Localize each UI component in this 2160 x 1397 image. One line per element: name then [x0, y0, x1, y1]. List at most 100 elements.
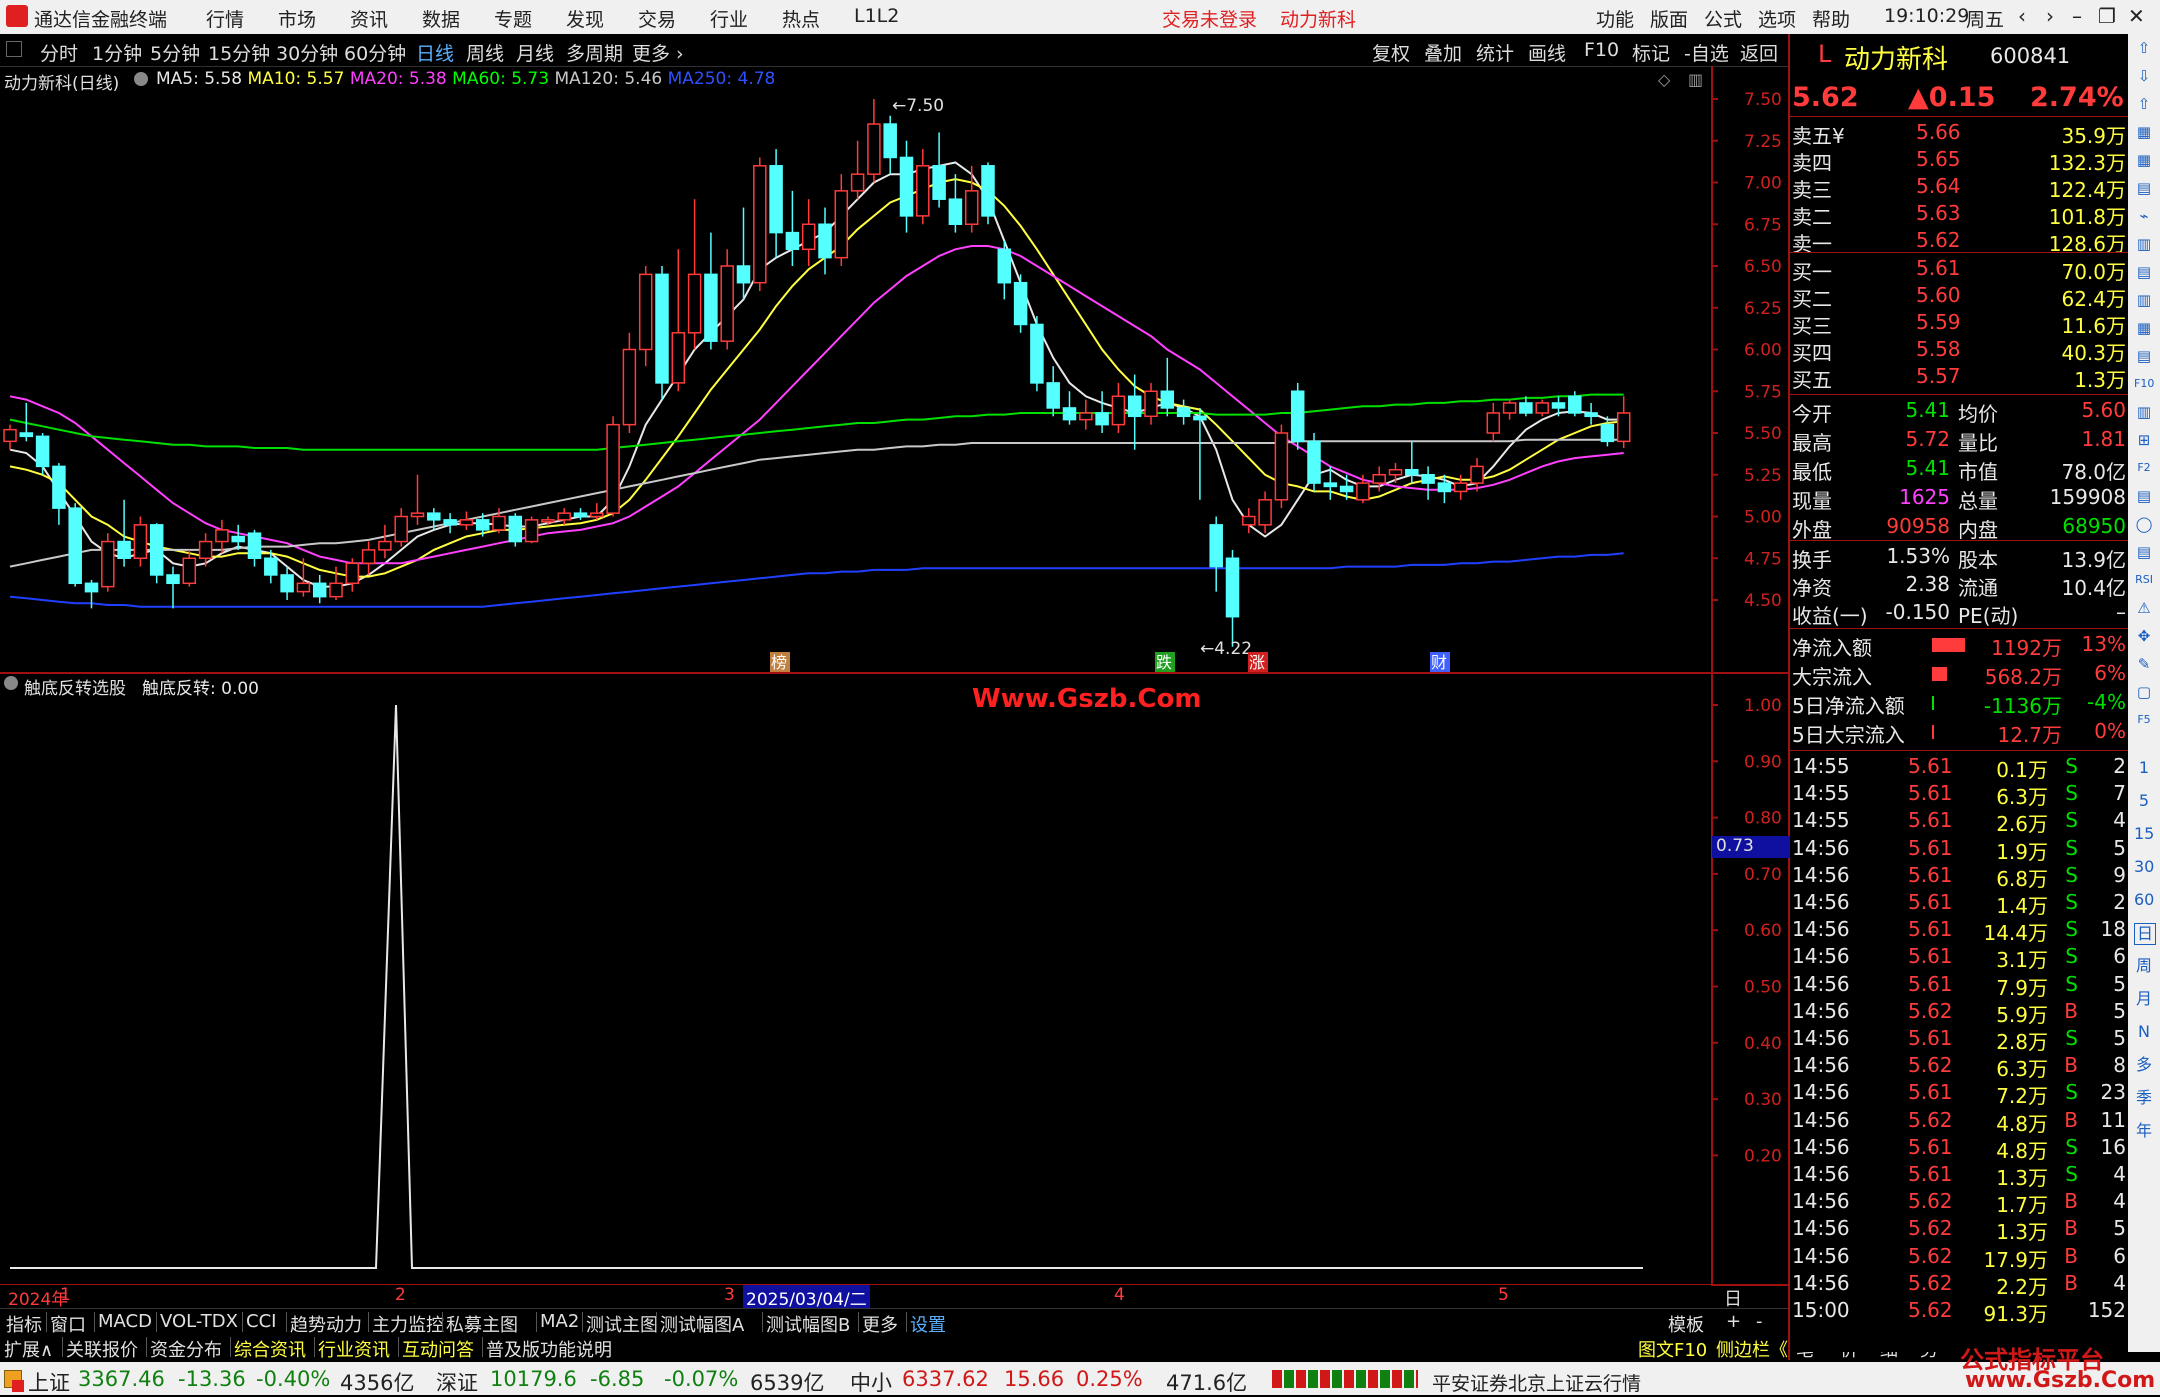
- tick-row[interactable]: 14:56 5.61 7.2万 S 23: [1790, 1080, 2128, 1108]
- tick-row[interactable]: 14:56 5.62 1.3万 B 5: [1790, 1216, 2128, 1244]
- sh-label[interactable]: 上证: [28, 1367, 70, 1397]
- list-icon[interactable]: ▤: [2134, 178, 2154, 198]
- menu-item-7[interactable]: 行业: [710, 5, 748, 32]
- tick-row[interactable]: 14:56 5.62 6.3万 B 8: [1790, 1053, 2128, 1081]
- chart-tool-button[interactable]: 标记: [1632, 39, 1670, 66]
- bid-row[interactable]: 买五 5.57 1.3万: [1790, 364, 2128, 392]
- f10-icon[interactable]: F10: [2134, 374, 2154, 394]
- extension-tab[interactable]: 扩展∧: [4, 1336, 53, 1362]
- window-icon[interactable]: ▢: [2134, 682, 2154, 702]
- tick-row[interactable]: 14:55 5.61 0.1万 S 2: [1790, 754, 2128, 782]
- board-icon[interactable]: ▦: [2134, 318, 2154, 338]
- period-shortcut[interactable]: 60: [2134, 890, 2154, 910]
- chart-tool-button[interactable]: 返回: [1740, 39, 1778, 66]
- forward-icon[interactable]: ›: [2046, 4, 2054, 28]
- tick-row[interactable]: 14:56 5.62 4.8万 B 11: [1790, 1108, 2128, 1136]
- panel-tab[interactable]: 侧边栏《: [1716, 1336, 1788, 1362]
- tick-row[interactable]: 14:56 5.61 6.8万 S 9: [1790, 863, 2128, 891]
- indicator-tab[interactable]: MACD: [98, 1311, 152, 1332]
- period-shortcut[interactable]: 月: [2134, 989, 2154, 1009]
- system-menu-item[interactable]: 功能: [1596, 5, 1634, 32]
- minimize-icon[interactable]: –: [2072, 4, 2082, 28]
- menu-item-3[interactable]: 数据: [422, 5, 460, 32]
- system-menu-item[interactable]: 帮助: [1812, 5, 1850, 32]
- menu-item-0[interactable]: 行情: [206, 5, 244, 32]
- indicator-tab[interactable]: MA2: [540, 1311, 579, 1332]
- period-tab[interactable]: 更多 ›: [632, 39, 684, 66]
- period-tab[interactable]: 15分钟: [208, 39, 270, 66]
- main-kline-chart[interactable]: 7.50 7.25 7.00 6.75 6.50 6.25 6.00 5.75 5.50 5.25…: [3, 90, 1782, 672]
- calendar-icon[interactable]: ▤: [2134, 262, 2154, 282]
- period-shortcut[interactable]: 1: [2134, 758, 2154, 778]
- period-tab[interactable]: 多周期: [566, 39, 623, 66]
- bid-row[interactable]: 买四 5.58 40.3万: [1790, 337, 2128, 365]
- system-menu-item[interactable]: 版面: [1650, 5, 1688, 32]
- extension-tab[interactable]: 资金分布: [150, 1336, 222, 1362]
- menu-item-8[interactable]: 热点: [782, 5, 820, 32]
- template-button[interactable]: -: [1756, 1311, 1763, 1332]
- settings-dot-icon[interactable]: [134, 72, 148, 86]
- tick-row[interactable]: 14:56 5.61 2.8万 S 5: [1790, 1026, 2128, 1054]
- template-button[interactable]: +: [1726, 1311, 1741, 1332]
- chart-tool-button[interactable]: 叠加: [1424, 39, 1462, 66]
- period-shortcut[interactable]: 多: [2134, 1055, 2154, 1075]
- diamond-icon[interactable]: ◇: [1658, 70, 1670, 89]
- sub-settings-dot-icon[interactable]: [4, 676, 18, 690]
- pane-divider[interactable]: [0, 672, 1788, 674]
- menu-item-5[interactable]: 发现: [566, 5, 604, 32]
- panel-icon[interactable]: ▥: [2134, 402, 2154, 422]
- extension-tab[interactable]: 综合资讯: [234, 1336, 306, 1362]
- news-icon[interactable]: ▤: [2134, 486, 2154, 506]
- report-icon[interactable]: ▤: [2134, 346, 2154, 366]
- chart-tool-button[interactable]: 复权: [1372, 39, 1410, 66]
- period-shortcut[interactable]: 5: [2134, 791, 2154, 811]
- tick-row[interactable]: 14:56 5.62 1.7万 B 4: [1790, 1189, 2128, 1217]
- period-shortcut[interactable]: 年: [2134, 1121, 2154, 1141]
- panel-tab[interactable]: 图文F10: [1638, 1336, 1707, 1362]
- tick-row[interactable]: 14:56 5.61 4.8万 S 16: [1790, 1135, 2128, 1163]
- chart-tool-button[interactable]: F10: [1584, 39, 1619, 61]
- chart-tool-button[interactable]: 统计: [1476, 39, 1514, 66]
- chart-tool-button[interactable]: -自选: [1684, 39, 1729, 66]
- f5-icon[interactable]: F5: [2134, 710, 2154, 730]
- period-shortcut[interactable]: 日: [2134, 923, 2156, 945]
- indicator-chart[interactable]: 1.00 0.90 0.80 0.70 0.60 0.50 0.40 0.30 0.20: [10, 696, 1782, 1269]
- tick-row[interactable]: 14:56 5.61 1.4万 S 2: [1790, 890, 2128, 918]
- ask-row[interactable]: 卖四 5.65 132.3万: [1790, 147, 2128, 175]
- menu-item-9[interactable]: L1L2: [854, 5, 899, 27]
- tick-row[interactable]: 14:56 5.62 17.9万 B 6: [1790, 1244, 2128, 1272]
- period-shortcut[interactable]: 周: [2134, 956, 2154, 976]
- chart-canvas[interactable]: 7.50 7.25 7.00 6.75 6.50 6.25 6.00 5.75 5.50 5.25…: [0, 66, 1790, 1286]
- system-menu-item[interactable]: 选项: [1758, 5, 1796, 32]
- period-tab[interactable]: 日线: [416, 39, 454, 66]
- flow-row[interactable]: 5日净流入额 -1136万 -4%: [1790, 690, 2128, 718]
- extension-tab[interactable]: 互动问答: [402, 1336, 474, 1362]
- panel-toggle-icon[interactable]: ▥: [1688, 70, 1703, 89]
- indicator-tab[interactable]: VOL-TDX: [160, 1311, 238, 1332]
- bid-row[interactable]: 买三 5.59 11.6万: [1790, 310, 2128, 338]
- period-tab[interactable]: 月线: [516, 39, 554, 66]
- down-arrow-icon[interactable]: ⇩: [2134, 66, 2154, 86]
- toolbar-toggle-icon[interactable]: [6, 41, 22, 57]
- system-menu-item[interactable]: 公式: [1704, 5, 1742, 32]
- sz-label[interactable]: 深证: [436, 1367, 478, 1397]
- ask-row[interactable]: 卖三 5.64 122.4万: [1790, 174, 2128, 202]
- period-tab[interactable]: 1分钟: [92, 39, 142, 66]
- period-tab[interactable]: 周线: [466, 39, 504, 66]
- menu-item-1[interactable]: 市场: [278, 5, 316, 32]
- ask-row[interactable]: 卖五¥ 5.66 35.9万: [1790, 120, 2128, 148]
- menu-item-6[interactable]: 交易: [638, 5, 676, 32]
- current-stock-link[interactable]: 动力新科: [1280, 5, 1356, 32]
- rsi-icon[interactable]: RSI: [2134, 570, 2154, 590]
- period-shortcut[interactable]: 15: [2134, 824, 2154, 844]
- up-arrow-icon[interactable]: ⇧: [2134, 38, 2154, 58]
- server-name[interactable]: 平安证券北京上证云行情: [1432, 1369, 1641, 1396]
- table-icon[interactable]: ▦: [2134, 150, 2154, 170]
- chart-tool-button[interactable]: 画线: [1528, 39, 1566, 66]
- period-tab[interactable]: 30分钟: [276, 39, 338, 66]
- flow-row[interactable]: 净流入额 1192万 13%: [1790, 632, 2128, 660]
- menu-item-4[interactable]: 专题: [494, 5, 532, 32]
- tick-row[interactable]: 14:56 5.62 2.2万 B 4: [1790, 1271, 2128, 1299]
- menu-item-2[interactable]: 资讯: [350, 5, 388, 32]
- pencil-icon[interactable]: ✎: [2134, 654, 2154, 674]
